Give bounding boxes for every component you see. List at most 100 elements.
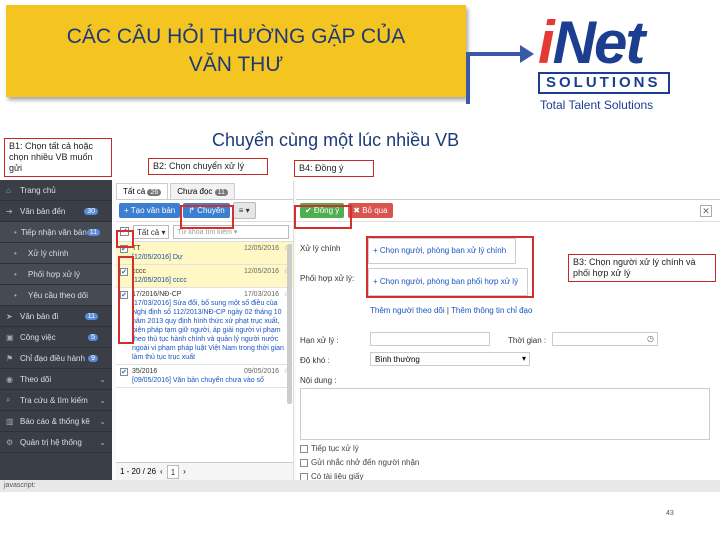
sidebar-item-label: Văn bản đến (20, 206, 66, 216)
sidebar-item[interactable]: • Tiếp nhận văn bản 11 (0, 222, 112, 243)
sidebar-item[interactable]: ➤ Văn bản đi 11 (0, 306, 112, 327)
coop-processor-label: Phối hợp xử lý: (300, 274, 355, 283)
sidebar-item-label: Báo cáo & thống kê (20, 416, 90, 426)
add-watcher-link[interactable]: Thêm người theo dõi (370, 306, 445, 315)
sidebar-item[interactable]: • Phối hợp xử lý (0, 264, 112, 285)
row-checkbox[interactable]: ✔ (120, 268, 128, 276)
status-bar: javascript: (0, 480, 720, 492)
sidebar-item[interactable]: ▥ Báo cáo & thống kê ⌄ (0, 411, 112, 432)
search-input[interactable]: Từ khóa tìm kiếm ▾ (173, 224, 289, 239)
sidebar-item[interactable]: ▣ Công việc 5 (0, 327, 112, 348)
search-icon: ⌕ (6, 395, 11, 404)
main-processor-link[interactable]: + Chọn người, phòng ban xử lý chính (373, 246, 506, 255)
add-instruction-link[interactable]: Thêm thông tin chỉ đạo (451, 306, 532, 315)
logo-tagline: Total Talent Solutions (540, 98, 654, 112)
difficulty-select[interactable]: Bình thường ▾ (370, 352, 530, 366)
row-date: 12/05/2016 (243, 245, 279, 252)
arrow-right-icon: ➔ (6, 206, 13, 216)
inet-logo: iNet SOLUTIONS Total Talent Solutions (538, 12, 673, 117)
forward-detail-pane: ✔ Đồng ý ✖ Bỏ qua ✕ Xử lý chính + Chọn n… (296, 180, 720, 481)
document-list-pane: Tất cả 26 Chưa đọc 11 + Tạo văn bản ↱ Ch… (116, 180, 294, 480)
count-badge: 11 (86, 228, 101, 236)
sidebar-item-label: Tra cứu & tìm kiếm (20, 395, 88, 405)
forward-button[interactable]: ↱ Chuyển (183, 203, 230, 218)
pager-next-icon[interactable]: › (183, 467, 186, 476)
logo-i: i (538, 9, 555, 76)
sidebar-item-label: Công việc (20, 332, 56, 342)
slide-title-box: CÁC CÂU HỎI THƯỜNG GẶP CỦA VĂN THƯ (6, 5, 466, 97)
time-label: Thời gian : (508, 336, 547, 345)
sidebar-item[interactable]: ⚑ Chỉ đạo điều hành 9 (0, 348, 112, 369)
list-scrollbar[interactable] (287, 244, 292, 404)
dot-icon: • (14, 269, 17, 279)
row-date: 12/05/2016 (243, 268, 279, 275)
sidebar-item[interactable]: ⌕ Tra cứu & tìm kiếm ⌄ (0, 390, 112, 411)
new-document-button[interactable]: + Tạo văn bản (119, 203, 181, 218)
chevron-down-icon[interactable]: ⌄ (99, 438, 106, 447)
pager-prev-icon[interactable]: ‹ (160, 467, 163, 476)
difficulty-label: Độ khó : (300, 356, 330, 365)
detail-tabs (296, 180, 720, 200)
more-menu-button[interactable]: ≡ ▾ (232, 202, 256, 219)
sidebar-item-label: Yêu cầu theo dõi (28, 290, 89, 300)
flag-icon: ⚑ (6, 353, 14, 363)
deadline-input[interactable] (370, 332, 490, 346)
inbox-icon: • (14, 227, 17, 237)
select-all-checkbox[interactable]: ✔ (120, 227, 129, 236)
chevron-down-icon: ▾ (521, 354, 526, 363)
logo-solutions: SOLUTIONS (538, 72, 670, 94)
close-icon[interactable]: ✕ (700, 205, 712, 217)
sidebar-item-label: Theo dõi (20, 374, 52, 384)
chevron-down-icon[interactable]: ⌄ (99, 417, 106, 426)
pager-page-select[interactable]: 1 (166, 464, 180, 479)
sidebar-item[interactable]: ⚙ Quản trị hệ thống ⌄ (0, 432, 112, 453)
count-badge: 11 (84, 312, 98, 320)
row-summary: [12/05/2016] Dự (132, 254, 183, 261)
main-processor-box[interactable]: + Chọn người, phòng ban xử lý chính (368, 238, 516, 264)
briefcase-icon: ▣ (6, 332, 14, 342)
row-checkbox[interactable]: ✔ (120, 291, 128, 299)
continue-processing-checkbox[interactable]: Tiếp tục xử lý (300, 444, 359, 453)
coop-processor-link[interactable]: + Chọn người, phòng ban phối hợp xử lý (373, 277, 518, 286)
send-icon: ➤ (6, 311, 13, 321)
cancel-button[interactable]: ✖ Bỏ qua (348, 203, 393, 218)
detail-toolbar: ✔ Đồng ý ✖ Bỏ qua ✕ (296, 200, 720, 222)
sidebar-item-label: Chỉ đạo điều hành (20, 353, 85, 363)
chevron-down-icon[interactable]: ⌄ (99, 375, 106, 384)
list-item[interactable]: ✔TT12/05/2016☆[12/05/2016] Dự (116, 242, 293, 265)
row-checkbox[interactable]: ✔ (120, 368, 128, 376)
sidebar-item[interactable]: ◉ Theo dõi ⌄ (0, 369, 112, 390)
time-input[interactable]: ◷ (552, 332, 658, 346)
agree-button[interactable]: ✔ Đồng ý (300, 203, 345, 218)
app-window: ⌂ Trang chủ ➔ Văn bản đến 30 • Tiếp nhận văn b… (0, 180, 720, 492)
sidebar-item[interactable]: ⌂ Trang chủ (0, 180, 112, 201)
dot-icon: • (14, 248, 17, 258)
row-date: 09/05/2016 (243, 368, 279, 375)
notify-recipient-checkbox[interactable]: Gửi nhắc nhở đến người nhận (300, 458, 419, 467)
count-badge: 30 (84, 207, 98, 215)
home-icon: ⌂ (6, 185, 11, 195)
list-item[interactable]: ✔cccc12/05/2016☆[12/05/2016] cccc (116, 265, 293, 288)
tab-unread[interactable]: Chưa đọc 11 (170, 183, 235, 199)
coop-processor-box[interactable]: + Chọn người, phòng ban phối hợp xử lý (368, 268, 528, 296)
row-summary: [17/03/2016] Sửa đổi, bổ sung một số điề… (132, 300, 284, 361)
gear-icon: ⚙ (6, 437, 14, 447)
list-item[interactable]: ✔35/201609/05/2016☆[09/05/2016] Văn bản … (116, 365, 293, 388)
callout-b2: B2: Chọn chuyển xử lý (148, 158, 268, 175)
row-summary: [12/05/2016] cccc (132, 277, 187, 284)
row-summary: [09/05/2016] Văn bản chuyển chưa vào số (132, 377, 264, 384)
tab-all[interactable]: Tất cả 26 (116, 183, 169, 199)
row-checkbox[interactable]: ✔ (120, 245, 128, 253)
list-toolbar: + Tạo văn bản ↱ Chuyển ≡ ▾ (116, 200, 293, 222)
chevron-down-icon[interactable]: ⌄ (99, 396, 106, 405)
sidebar-item[interactable]: ➔ Văn bản đến 30 (0, 201, 112, 222)
sidebar-item[interactable]: • Xử lý chính (0, 243, 112, 264)
arrow-head-icon (520, 45, 534, 63)
list-item[interactable]: ✔17/2016/NĐ-CP17/03/2016☆[17/03/2016] Sử… (116, 288, 293, 365)
clock-icon[interactable]: ◷ (647, 334, 654, 343)
count-badge: 9 (88, 354, 98, 362)
sidebar-item[interactable]: • Yêu cầu theo dõi (0, 285, 112, 306)
dot-icon: • (14, 290, 17, 300)
content-textarea[interactable] (300, 388, 710, 440)
filter-select[interactable]: Tất cả ▾ (133, 224, 170, 239)
